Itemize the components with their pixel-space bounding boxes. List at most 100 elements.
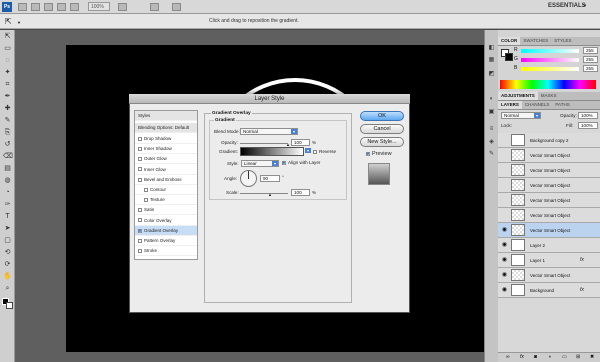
brush-icon[interactable]: ✎ [3, 117, 12, 125]
pen-icon[interactable]: ✑ [3, 201, 12, 209]
checkbox-icon[interactable] [138, 218, 142, 223]
new-group-icon[interactable]: ▭ [562, 354, 567, 360]
tab-color[interactable]: COLOR [498, 37, 521, 45]
checkbox-icon[interactable] [138, 147, 142, 151]
layer-fill-field[interactable]: 100% [578, 122, 598, 129]
layers-icon[interactable]: ≡ [487, 126, 496, 134]
3d-orbit-icon[interactable]: ⟳ [3, 261, 12, 269]
blue-value-field[interactable]: 255 [583, 65, 598, 72]
opacity-slider-track[interactable] [240, 143, 288, 144]
healing-icon[interactable]: ✚ [3, 105, 12, 113]
eraser-icon[interactable]: ⌫ [3, 153, 13, 161]
style-item[interactable]: ✓ Gradient Overlay [135, 225, 197, 236]
checkbox-icon[interactable] [144, 198, 148, 202]
view-extras-icon[interactable] [44, 3, 53, 11]
path-select-icon[interactable]: ➤ [3, 225, 12, 233]
gradient-icon[interactable]: ▤ [3, 165, 12, 173]
fx-menu-icon[interactable]: fx [520, 354, 524, 360]
new-layer-icon[interactable]: ⊞ [576, 354, 580, 360]
visibility-eye-icon[interactable]: ◉ [501, 272, 508, 279]
opacity-field[interactable]: 100 [291, 139, 310, 146]
visibility-eye-icon[interactable] [501, 197, 508, 204]
color-panel-icon[interactable]: ◧ [487, 44, 496, 52]
move-icon[interactable]: ⇱ [3, 33, 12, 41]
reverse-checkbox[interactable]: Reverse [313, 149, 336, 155]
new-style-button[interactable]: New Style... [360, 137, 404, 147]
checkbox-icon[interactable] [138, 167, 142, 172]
style-item[interactable]: Color Overlay [135, 216, 197, 226]
green-slider[interactable] [521, 58, 579, 62]
blue-slider[interactable] [521, 67, 579, 71]
checkbox-icon[interactable] [138, 208, 142, 213]
checkbox-icon[interactable] [138, 177, 142, 182]
checkbox-icon[interactable] [138, 238, 142, 243]
visibility-eye-icon[interactable] [501, 137, 508, 144]
masks-icon[interactable]: ▣ [487, 108, 496, 116]
visibility-eye-icon[interactable] [501, 212, 508, 219]
eyedropper-icon[interactable]: ✒ [3, 93, 12, 101]
visibility-eye-icon[interactable] [501, 152, 508, 159]
scale-slider-thumb[interactable]: ▲ [268, 192, 272, 197]
visibility-eye-icon[interactable]: ◉ [501, 287, 508, 294]
scale-slider-track[interactable] [240, 193, 288, 194]
link-layers-icon[interactable]: ∞ [506, 354, 510, 360]
style-item[interactable]: Satin [135, 205, 197, 216]
style-item[interactable]: Drop Shadow [135, 134, 197, 144]
visibility-eye-icon[interactable] [501, 167, 508, 174]
visibility-eye-icon[interactable] [501, 182, 508, 189]
style-item[interactable]: Contour [135, 185, 197, 195]
arrange-documents-icon[interactable] [150, 3, 159, 11]
mini-bridge-icon[interactable] [31, 3, 40, 11]
visibility-eye-icon[interactable]: ◉ [501, 242, 508, 249]
checkbox-icon[interactable] [138, 157, 142, 162]
red-slider[interactable] [521, 49, 579, 53]
visibility-eye-icon[interactable]: ◉ [501, 257, 508, 264]
gradient-picker[interactable] [240, 147, 304, 156]
dodge-icon[interactable]: ◔ [3, 189, 12, 197]
rotate-view-icon[interactable] [118, 3, 127, 11]
shape-icon[interactable]: ▢ [3, 237, 12, 245]
chevron-down-icon[interactable]: ▼ [17, 20, 21, 25]
chevron-down-icon[interactable]: » [583, 3, 586, 9]
style-item[interactable]: Inner Shadow [135, 144, 197, 155]
paths-icon[interactable]: ✎ [487, 150, 496, 158]
tab-adjustments[interactable]: ADJUSTMENTS [498, 92, 538, 100]
style-item[interactable]: Stroke [135, 246, 197, 257]
trash-icon[interactable]: ✖ [590, 354, 594, 360]
move-tool-preset-icon[interactable]: ⇱ [5, 17, 15, 26]
blur-icon[interactable]: ◍ [3, 177, 12, 185]
hand-tool-icon[interactable] [70, 3, 79, 11]
magic-wand-icon[interactable]: ✦ [3, 69, 12, 77]
blend-mode-select[interactable]: Normal ▾ [240, 128, 298, 135]
bridge-icon[interactable] [18, 3, 27, 11]
styles-icon[interactable]: ◩ [487, 70, 496, 78]
blending-options-item[interactable]: Blending Options: Default [135, 123, 197, 133]
3d-rotate-icon[interactable]: ⟲ [3, 249, 12, 257]
crop-icon[interactable]: ⌗ [3, 81, 12, 89]
workspace-switcher[interactable]: ESSENTIALS [548, 3, 586, 9]
marquee-icon[interactable]: ▭ [3, 45, 12, 53]
styles-header[interactable]: Styles [135, 111, 197, 121]
layer-effects-icon[interactable]: fx [580, 257, 584, 263]
history-brush-icon[interactable]: ↺ [3, 141, 12, 149]
checkbox-checked-icon[interactable]: ✓ [138, 228, 142, 233]
zoom-level-icon[interactable] [57, 3, 66, 11]
channels-icon[interactable]: ◈ [487, 138, 496, 146]
angle-field[interactable]: 90 [260, 175, 280, 182]
zoom-icon[interactable]: ⌕ [3, 285, 12, 293]
visibility-eye-icon[interactable]: ◉ [501, 227, 508, 234]
tab-swatches[interactable]: SWATCHES [520, 37, 551, 45]
style-item[interactable]: Pattern Overlay [135, 236, 197, 246]
chevron-down-icon[interactable]: ▾ [305, 148, 311, 153]
stamp-icon[interactable]: ⎘ [3, 129, 12, 137]
zoom-level-select[interactable]: 100% [88, 2, 110, 11]
green-value-field[interactable]: 255 [583, 56, 598, 63]
color-spectrum-ramp[interactable] [500, 80, 596, 89]
adjustments-icon[interactable]: ◐ [487, 96, 496, 104]
tool-background-swatch[interactable] [6, 302, 13, 309]
align-with-layer-checkbox[interactable]: ✓ Align with Layer [282, 160, 320, 166]
tab-channels[interactable]: CHANNELS [522, 101, 553, 109]
checkbox-icon[interactable] [138, 249, 142, 253]
checkbox-icon[interactable] [144, 187, 148, 192]
type-icon[interactable]: T [3, 213, 12, 221]
